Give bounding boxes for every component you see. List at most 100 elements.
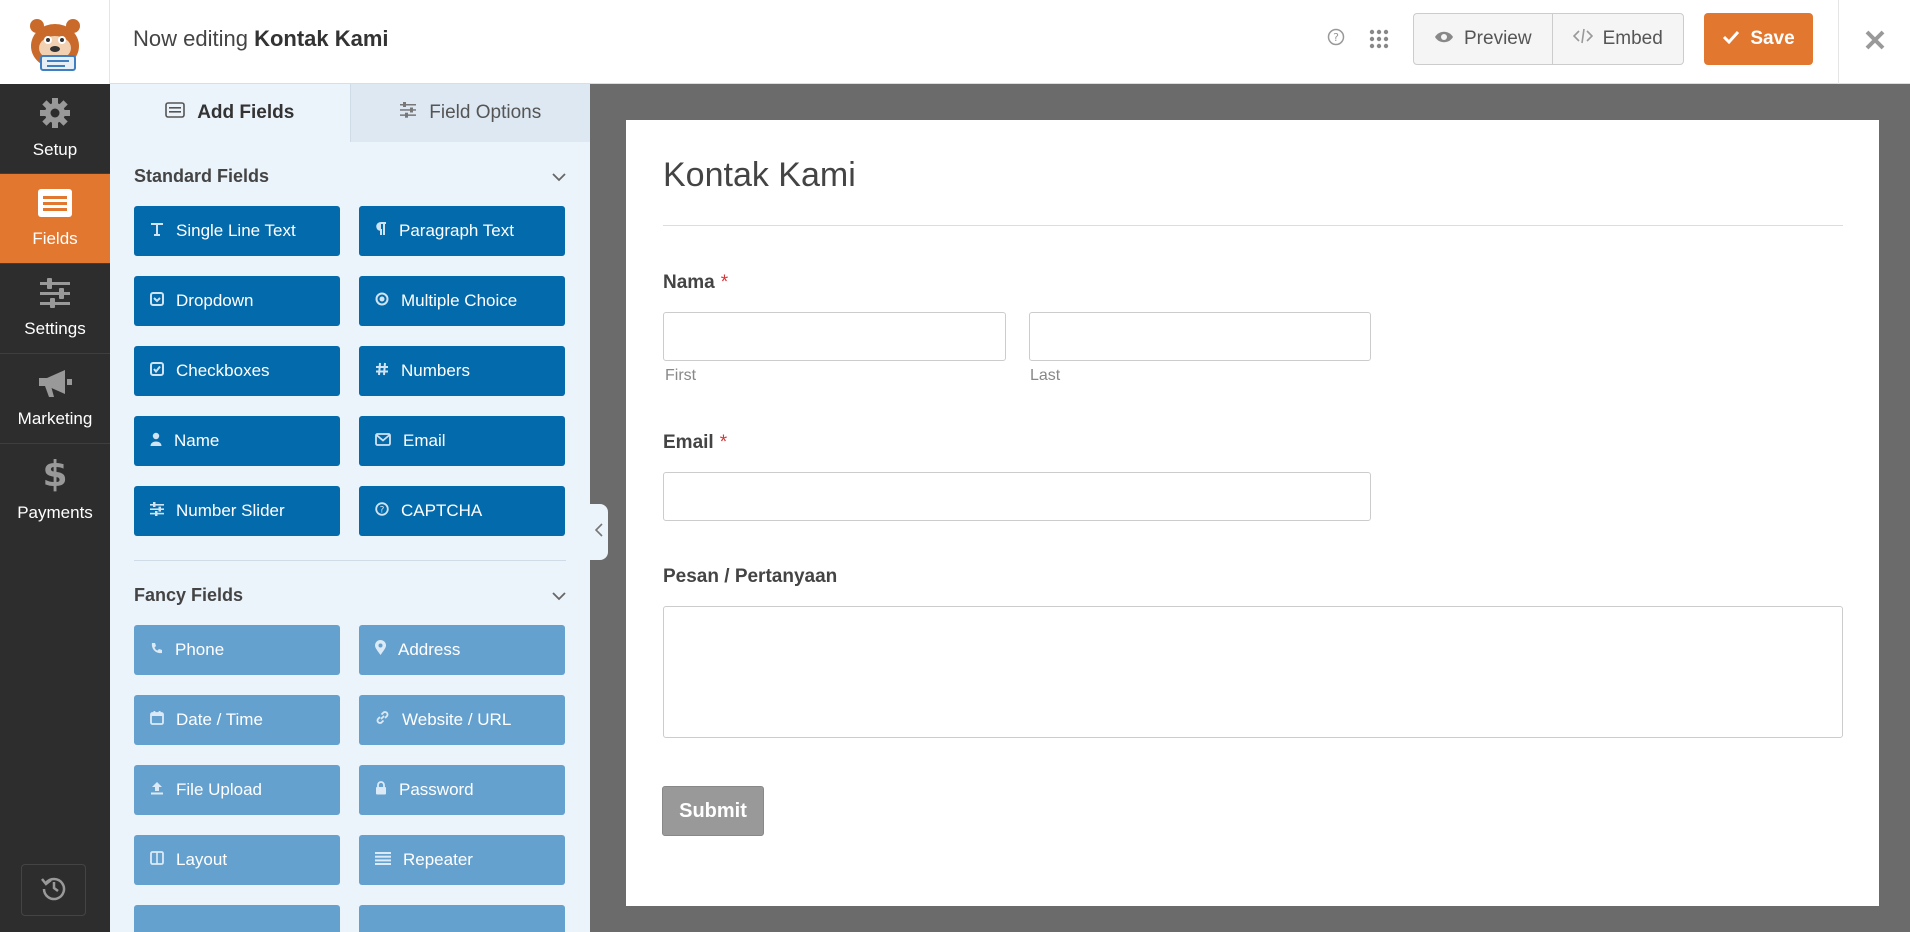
embed-label: Embed: [1602, 28, 1663, 49]
fancy-fields-header[interactable]: Fancy Fields: [110, 565, 590, 625]
email-field-label[interactable]: Email *: [663, 432, 727, 454]
field-button-partial[interactable]: [359, 905, 565, 932]
field-label: Multiple Choice: [401, 291, 518, 310]
nav-item-payments[interactable]: $ Payments: [0, 444, 110, 534]
field-label: Repeater: [403, 850, 473, 869]
embed-button[interactable]: Embed: [1551, 14, 1683, 64]
field-button-email[interactable]: Email: [359, 416, 565, 466]
sliders-icon: [39, 278, 71, 313]
chevron-down-icon[interactable]: [552, 166, 566, 187]
field-button-name[interactable]: Name: [134, 416, 340, 466]
nav-label: Marketing: [17, 409, 93, 428]
field-label: Paragraph Text: [399, 221, 514, 240]
field-button-dropdown[interactable]: Dropdown: [134, 276, 340, 326]
field-label: Dropdown: [176, 291, 254, 310]
fields-icon: [37, 188, 73, 223]
field-button-repeater[interactable]: Repeater: [359, 835, 565, 885]
field-label-text: Nama: [663, 272, 715, 293]
phone-icon: [150, 640, 163, 660]
save-button[interactable]: Save: [1704, 13, 1813, 65]
sliders-icon: [399, 102, 417, 124]
field-button-partial[interactable]: [134, 905, 340, 932]
email-input[interactable]: [663, 472, 1371, 521]
field-label: CAPTCHA: [401, 501, 483, 520]
nav-label: Settings: [24, 319, 86, 338]
field-button-numbers[interactable]: Numbers: [359, 346, 565, 396]
svg-text:$: $: [43, 456, 67, 492]
field-button-single-line-text[interactable]: Single Line Text: [134, 206, 340, 256]
field-button-address[interactable]: Address: [359, 625, 565, 675]
tab-field-options[interactable]: Field Options: [349, 84, 590, 142]
revisions-button[interactable]: [21, 864, 86, 916]
code-icon: [1572, 28, 1593, 50]
collapse-panel-toggle[interactable]: [590, 504, 608, 560]
preview-button[interactable]: Preview: [1414, 14, 1552, 64]
field-button-paragraph-text[interactable]: Paragraph Text: [359, 206, 565, 256]
required-mark: *: [719, 432, 728, 453]
gear-icon: [39, 97, 71, 134]
field-label: File Upload: [176, 780, 262, 799]
section-divider: [134, 560, 566, 561]
nav-item-marketing[interactable]: Marketing: [0, 354, 110, 444]
field-label: Single Line Text: [176, 221, 296, 240]
top-bar: Now editing Kontak Kami ? Preview Embed: [0, 0, 1910, 84]
nav-label: Setup: [32, 140, 78, 159]
svg-text:?: ?: [380, 506, 385, 516]
first-name-input[interactable]: [663, 312, 1006, 361]
history-icon: [40, 875, 67, 906]
question-circle-icon: ?: [375, 501, 389, 521]
save-label: Save: [1750, 28, 1795, 49]
submit-button[interactable]: Submit: [662, 786, 764, 836]
wpforms-logo: [0, 0, 110, 84]
last-name-input[interactable]: [1029, 312, 1371, 361]
megaphone-icon: [37, 368, 73, 403]
apps-grid-icon[interactable]: [1369, 29, 1389, 54]
field-label: Email: [403, 431, 446, 450]
tab-label: Field Options: [429, 102, 542, 123]
field-button-phone[interactable]: Phone: [134, 625, 340, 675]
editing-title: Now editing Kontak Kami: [133, 26, 389, 52]
dollar-icon: $: [42, 454, 67, 497]
section-title: Fancy Fields: [134, 584, 244, 605]
standard-fields-grid: Single Line Text Paragraph Text Dropdown…: [110, 206, 590, 536]
message-textarea[interactable]: [663, 606, 1843, 738]
field-button-file-upload[interactable]: File Upload: [134, 765, 340, 815]
field-button-checkboxes[interactable]: Checkboxes: [134, 346, 340, 396]
list-icon: [165, 102, 185, 124]
nav-item-fields[interactable]: Fields: [0, 174, 110, 264]
field-label: Website / URL: [402, 710, 512, 729]
message-field-label[interactable]: Pesan / Pertanyaan: [663, 566, 837, 588]
field-button-number-slider[interactable]: Number Slider: [134, 486, 340, 536]
section-title: Standard Fields: [134, 165, 270, 186]
field-button-captcha[interactable]: ? CAPTCHA: [359, 486, 565, 536]
envelope-icon: [375, 431, 391, 451]
form-title-divider: [663, 225, 1843, 226]
first-sublabel: First: [665, 367, 697, 384]
nav-item-setup[interactable]: Setup: [0, 84, 110, 174]
field-label: Phone: [175, 640, 225, 659]
name-field-label[interactable]: Nama *: [663, 272, 728, 294]
field-button-website-url[interactable]: Website / URL: [359, 695, 565, 745]
help-icon[interactable]: ?: [1327, 28, 1345, 51]
tab-add-fields[interactable]: Add Fields: [110, 84, 350, 142]
nav-item-settings[interactable]: Settings: [0, 264, 110, 354]
upload-icon: [150, 780, 164, 800]
field-label-text: Email: [663, 432, 714, 453]
field-label: Date / Time: [176, 710, 263, 729]
close-button[interactable]: [1838, 0, 1910, 84]
map-pin-icon: [375, 640, 386, 660]
eye-icon: [1434, 28, 1454, 50]
required-mark: *: [720, 272, 729, 293]
field-button-multiple-choice[interactable]: Multiple Choice: [359, 276, 565, 326]
nav-label: Fields: [32, 229, 78, 248]
text-icon: [150, 221, 164, 241]
chevron-down-icon[interactable]: [552, 585, 566, 606]
field-button-password[interactable]: Password: [359, 765, 565, 815]
standard-fields-header[interactable]: Standard Fields: [110, 146, 590, 206]
field-button-date-time[interactable]: Date / Time: [134, 695, 340, 745]
preview-label: Preview: [1464, 28, 1532, 49]
checkbox-icon: [150, 361, 164, 381]
tab-label: Add Fields: [197, 102, 295, 123]
calendar-icon: [150, 710, 164, 730]
field-button-layout[interactable]: Layout: [134, 835, 340, 885]
